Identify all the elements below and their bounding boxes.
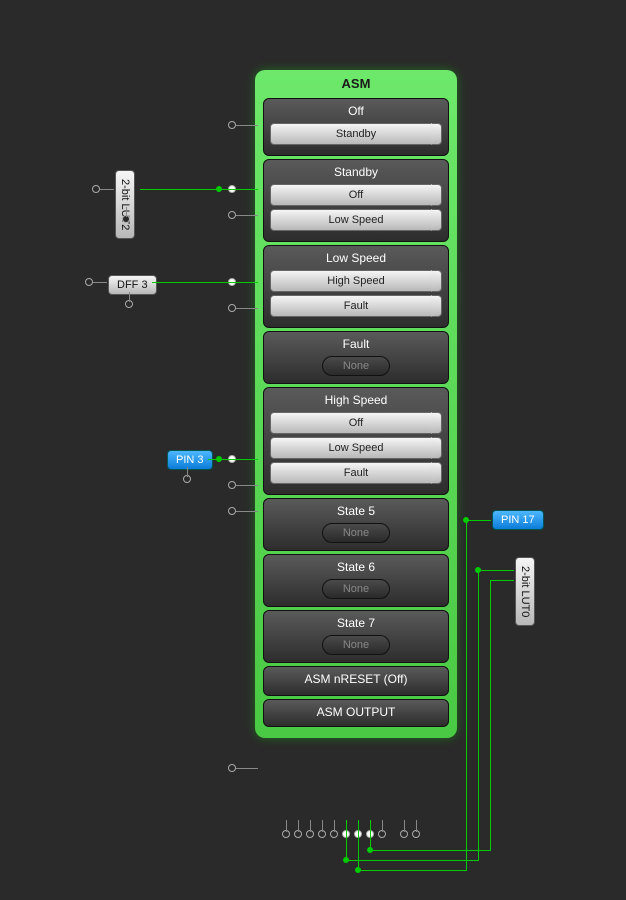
transition-off[interactable]: Off <box>270 184 442 206</box>
port-in[interactable] <box>228 304 236 312</box>
port-in[interactable] <box>228 481 236 489</box>
port-in[interactable] <box>228 507 236 515</box>
wire <box>187 467 188 477</box>
transition-low-speed[interactable]: Low Speed <box>270 209 442 231</box>
wire <box>310 820 311 832</box>
transition-fault[interactable]: Fault <box>270 462 442 484</box>
wire <box>404 820 405 832</box>
wire <box>236 768 258 769</box>
node-lut0[interactable]: 2-bit LUT0 <box>515 557 535 626</box>
wire <box>382 820 383 832</box>
asm-title: ASM <box>261 74 451 95</box>
none-pill: None <box>322 635 390 655</box>
wire <box>236 125 258 126</box>
wire <box>129 292 130 302</box>
junction <box>343 857 349 863</box>
junction <box>216 456 222 462</box>
state-off[interactable]: Off Standby <box>263 98 449 156</box>
junction <box>475 567 481 573</box>
asm-nreset[interactable]: ASM nRESET (Off) <box>263 666 449 696</box>
state-name: Off <box>270 104 442 118</box>
junction <box>367 847 373 853</box>
junction <box>216 186 222 192</box>
wire <box>370 820 371 850</box>
port-in[interactable] <box>228 764 236 772</box>
junction <box>463 517 469 523</box>
port-in[interactable] <box>228 121 236 129</box>
diagram-canvas: 2-bit LUT2 DFF 3 PIN 3 PIN 17 2-bit LUT0… <box>0 0 626 900</box>
none-pill: None <box>322 579 390 599</box>
port[interactable] <box>85 278 93 286</box>
wire <box>478 570 479 861</box>
state-name: State 5 <box>270 504 442 518</box>
wire <box>93 282 107 283</box>
wire <box>416 820 417 832</box>
none-pill: None <box>322 523 390 543</box>
wire <box>478 570 514 571</box>
output-label: ASM OUTPUT <box>270 705 442 719</box>
wire <box>236 215 258 216</box>
node-lut2[interactable]: 2-bit LUT2 <box>115 170 135 239</box>
wire <box>346 820 347 860</box>
state-name: Low Speed <box>270 251 442 265</box>
junction <box>355 867 361 873</box>
state-fault[interactable]: Fault None <box>263 331 449 384</box>
state-name: State 7 <box>270 616 442 630</box>
wire <box>346 860 478 861</box>
wire <box>236 485 258 486</box>
state-high-speed[interactable]: High Speed Off Low Speed Fault <box>263 387 449 495</box>
asm-block[interactable]: ASM Off Standby Standby Off Low Speed Lo… <box>255 70 457 738</box>
wire <box>334 820 335 832</box>
wire <box>100 189 114 190</box>
wire <box>490 580 514 581</box>
port[interactable] <box>92 185 100 193</box>
wire <box>358 820 359 870</box>
transition-off[interactable]: Off <box>270 412 442 434</box>
wire <box>286 820 287 832</box>
wire <box>466 520 467 871</box>
transition-high-speed[interactable]: High Speed <box>270 270 442 292</box>
state-name: Fault <box>270 337 442 351</box>
state-7[interactable]: State 7 None <box>263 610 449 663</box>
wire <box>236 511 258 512</box>
wire <box>298 820 299 832</box>
state-standby[interactable]: Standby Off Low Speed <box>263 159 449 242</box>
state-5[interactable]: State 5 None <box>263 498 449 551</box>
wire <box>466 520 491 521</box>
state-6[interactable]: State 6 None <box>263 554 449 607</box>
state-name: Standby <box>270 165 442 179</box>
wire <box>490 580 491 851</box>
wire <box>126 207 127 217</box>
wire <box>236 308 258 309</box>
node-dff3[interactable]: DFF 3 <box>108 275 157 295</box>
state-name: High Speed <box>270 393 442 407</box>
transition-low-speed[interactable]: Low Speed <box>270 437 442 459</box>
wire <box>152 282 258 283</box>
wire <box>370 850 490 851</box>
node-pin3[interactable]: PIN 3 <box>167 450 213 470</box>
reset-label: ASM nRESET (Off) <box>270 672 442 688</box>
state-low-speed[interactable]: Low Speed High Speed Fault <box>263 245 449 328</box>
asm-output[interactable]: ASM OUTPUT <box>263 699 449 727</box>
wire <box>140 189 258 190</box>
node-pin17[interactable]: PIN 17 <box>492 510 544 530</box>
none-pill: None <box>322 356 390 376</box>
transition-standby[interactable]: Standby <box>270 123 442 145</box>
wire <box>358 870 466 871</box>
port-in[interactable] <box>228 211 236 219</box>
wire <box>322 820 323 832</box>
transition-fault[interactable]: Fault <box>270 295 442 317</box>
state-name: State 6 <box>270 560 442 574</box>
